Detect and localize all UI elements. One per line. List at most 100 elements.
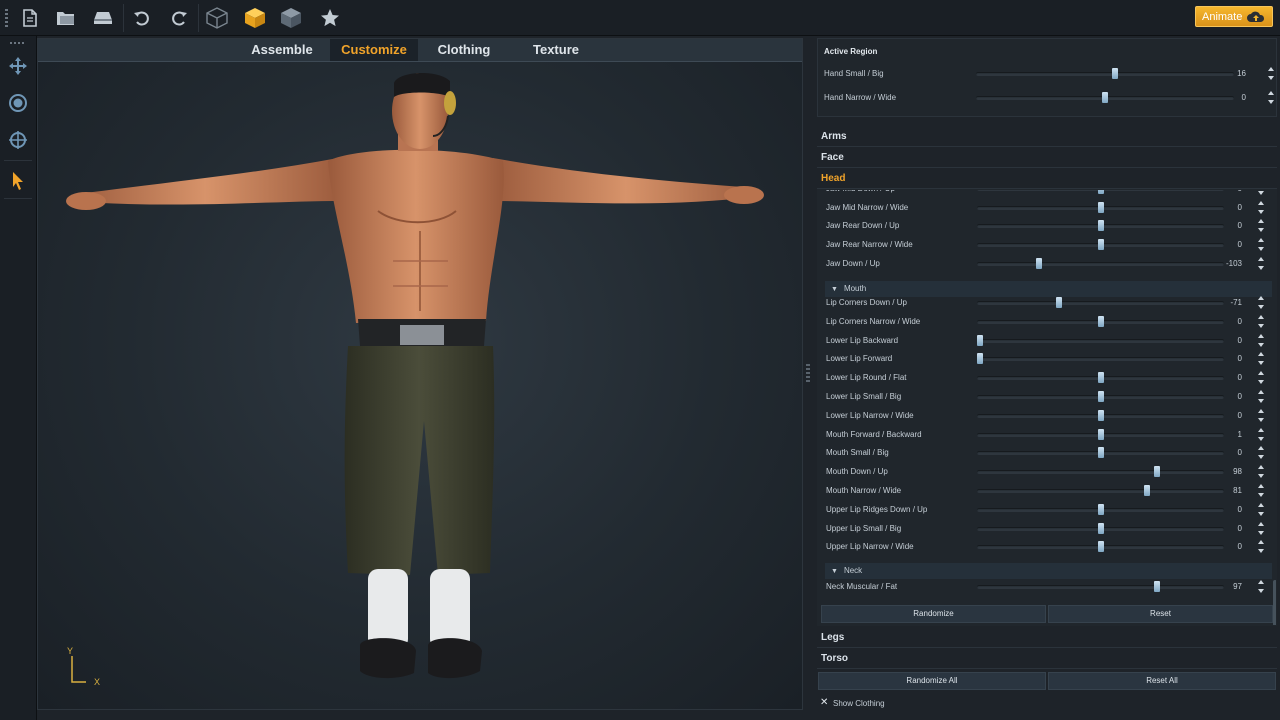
- slider-thumb[interactable]: [977, 335, 983, 346]
- box-dark-icon[interactable]: [278, 5, 304, 31]
- slider-thumb[interactable]: [1098, 220, 1104, 231]
- spinner-arrows[interactable]: [1257, 484, 1265, 497]
- slider-thumb[interactable]: [1098, 541, 1104, 552]
- slider-track[interactable]: [976, 72, 1234, 76]
- spinner-arrows[interactable]: [1267, 67, 1275, 80]
- toolbar-grip[interactable]: [10, 42, 26, 44]
- slider-value[interactable]: 0: [1216, 411, 1242, 420]
- slider-track[interactable]: [977, 189, 1224, 191]
- 3d-viewport[interactable]: Assemble Customize Clothing Texture: [37, 38, 803, 710]
- slider-value[interactable]: 16: [1220, 69, 1246, 78]
- slider-value[interactable]: 0: [1216, 317, 1242, 326]
- reset-button[interactable]: Reset: [1048, 605, 1273, 623]
- slider-track[interactable]: [977, 545, 1224, 549]
- spinner-arrows[interactable]: [1257, 201, 1265, 214]
- tab-assemble[interactable]: Assemble: [244, 39, 320, 61]
- spinner-arrows[interactable]: [1267, 91, 1275, 104]
- open-folder-icon[interactable]: [53, 5, 79, 31]
- neck-subsection-header[interactable]: ▼Neck: [825, 563, 1272, 579]
- slider-track[interactable]: [977, 489, 1224, 493]
- spinner-arrows[interactable]: [1257, 465, 1265, 478]
- slider-track[interactable]: [977, 508, 1224, 512]
- box-filled-icon[interactable]: [242, 5, 268, 31]
- slider-thumb[interactable]: [1098, 523, 1104, 534]
- collapse-arrow-icon[interactable]: ▼: [831, 286, 838, 293]
- category-head[interactable]: Head: [817, 169, 1277, 189]
- category-torso[interactable]: Torso: [817, 649, 1277, 669]
- slider-thumb[interactable]: [1112, 68, 1118, 79]
- slider-thumb[interactable]: [1098, 447, 1104, 458]
- spinner-arrows[interactable]: [1257, 352, 1265, 365]
- spinner-arrows[interactable]: [1257, 580, 1265, 593]
- show-clothing-checkbox[interactable]: ✕: [820, 698, 830, 708]
- tab-texture[interactable]: Texture: [516, 39, 596, 61]
- slider-thumb[interactable]: [1144, 485, 1150, 496]
- collapse-arrow-icon[interactable]: ▼: [831, 568, 838, 575]
- move-icon[interactable]: [6, 54, 30, 78]
- slider-track[interactable]: [977, 243, 1224, 247]
- spinner-arrows[interactable]: [1257, 503, 1265, 516]
- star-icon[interactable]: [317, 5, 343, 31]
- slider-thumb[interactable]: [1098, 504, 1104, 515]
- slider-track[interactable]: [977, 320, 1224, 324]
- slider-value[interactable]: 0: [1216, 524, 1242, 533]
- slider-value[interactable]: 0: [1216, 392, 1242, 401]
- spinner-arrows[interactable]: [1257, 238, 1265, 251]
- spinner-arrows[interactable]: [1257, 189, 1265, 195]
- reset-all-button[interactable]: Reset All: [1048, 672, 1276, 690]
- tab-customize[interactable]: Customize: [330, 39, 418, 61]
- spinner-arrows[interactable]: [1257, 219, 1265, 232]
- slider-value[interactable]: 0: [1216, 505, 1242, 514]
- slider-track[interactable]: [977, 206, 1224, 210]
- animate-button[interactable]: Animate: [1195, 6, 1273, 27]
- slider-thumb[interactable]: [1154, 581, 1160, 592]
- slider-value[interactable]: -103: [1216, 259, 1242, 268]
- tab-clothing[interactable]: Clothing: [426, 39, 502, 61]
- spinner-arrows[interactable]: [1257, 390, 1265, 403]
- undo-icon[interactable]: [129, 5, 155, 31]
- slider-track[interactable]: [977, 339, 1224, 343]
- slider-value[interactable]: 97: [1216, 582, 1242, 591]
- scrollbar-thumb[interactable]: [1273, 580, 1277, 626]
- box-outline-icon[interactable]: [204, 5, 230, 31]
- slider-thumb[interactable]: [1098, 239, 1104, 250]
- slider-track[interactable]: [977, 301, 1224, 305]
- slider-track[interactable]: [976, 96, 1234, 100]
- slider-track[interactable]: [977, 527, 1224, 531]
- slider-value[interactable]: 0: [1216, 240, 1242, 249]
- target-icon[interactable]: [6, 128, 30, 152]
- slider-track[interactable]: [977, 414, 1224, 418]
- slider-track[interactable]: [977, 451, 1224, 455]
- slider-value[interactable]: 0: [1216, 354, 1242, 363]
- panel-splitter[interactable]: [806, 364, 810, 384]
- slider-thumb[interactable]: [1098, 189, 1104, 194]
- slider-track[interactable]: [977, 470, 1224, 474]
- spinner-arrows[interactable]: [1257, 446, 1265, 459]
- slider-value[interactable]: 98: [1216, 467, 1242, 476]
- randomize-button[interactable]: Randomize: [821, 605, 1046, 623]
- slider-thumb[interactable]: [1098, 202, 1104, 213]
- slider-value[interactable]: 0: [1216, 221, 1242, 230]
- spinner-arrows[interactable]: [1257, 315, 1265, 328]
- select-arrow-icon[interactable]: [6, 169, 30, 193]
- slider-track[interactable]: [977, 395, 1224, 399]
- new-file-icon[interactable]: [17, 5, 43, 31]
- slider-value[interactable]: 0: [1216, 203, 1242, 212]
- spinner-arrows[interactable]: [1257, 540, 1265, 553]
- spinner-arrows[interactable]: [1257, 428, 1265, 441]
- slider-thumb[interactable]: [1098, 391, 1104, 402]
- slider-value[interactable]: 0: [1216, 373, 1242, 382]
- slider-value[interactable]: 1: [1216, 430, 1242, 439]
- slider-thumb[interactable]: [1098, 372, 1104, 383]
- slider-thumb[interactable]: [1036, 258, 1042, 269]
- slider-track[interactable]: [977, 357, 1224, 361]
- randomize-all-button[interactable]: Randomize All: [818, 672, 1046, 690]
- slider-thumb[interactable]: [1102, 92, 1108, 103]
- category-legs[interactable]: Legs: [817, 628, 1277, 648]
- slider-value[interactable]: 0: [1216, 542, 1242, 551]
- slider-thumb[interactable]: [1098, 316, 1104, 327]
- slider-value[interactable]: 0: [1216, 448, 1242, 457]
- slider-track[interactable]: [977, 585, 1224, 589]
- spinner-arrows[interactable]: [1257, 522, 1265, 535]
- slider-track[interactable]: [977, 262, 1224, 266]
